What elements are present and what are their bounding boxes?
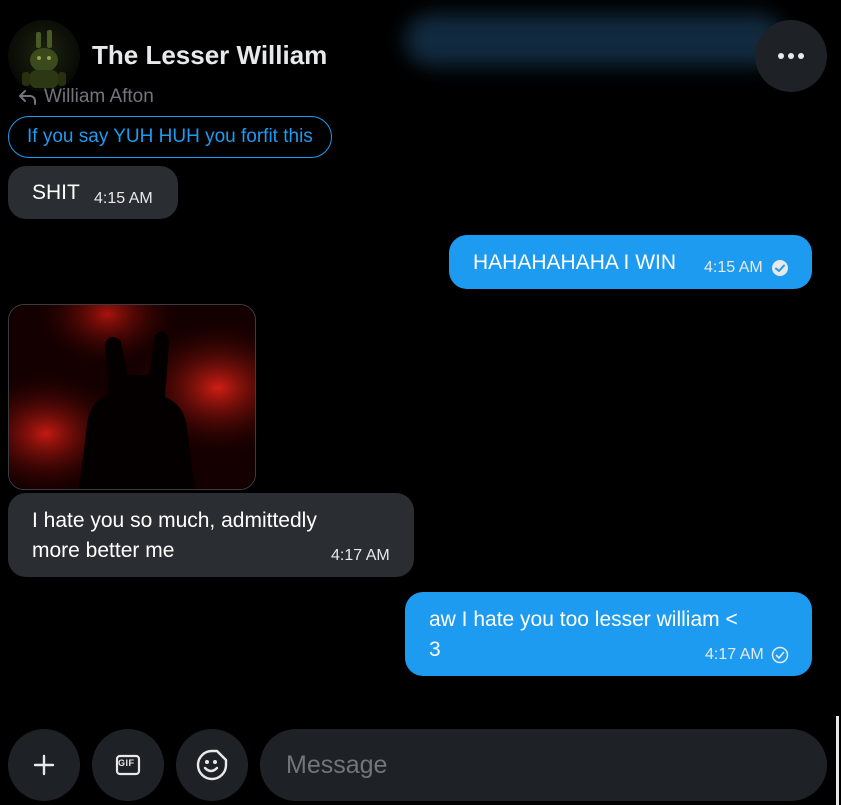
message-text-line: I hate you so much, admittedly (32, 509, 317, 532)
message-time: 4:17 AM (331, 547, 390, 564)
dark-red-silhouette-image (9, 305, 255, 489)
sent-status-icon (771, 646, 789, 664)
read-receipt-icon (772, 260, 788, 276)
message-text-line: 3 (429, 638, 441, 661)
message-composer[interactable] (260, 729, 827, 801)
message-text-line: aw I hate you too lesser william < (429, 608, 738, 631)
message-text: HAHAHAHAHA I WIN (473, 251, 677, 274)
message-time: 4:17 AM (705, 646, 764, 663)
reply-to-name: William Afton (44, 86, 154, 107)
reply-arrow-icon (19, 90, 36, 105)
more-options-button[interactable] (755, 20, 827, 92)
message-bubble-outgoing[interactable]: aw I hate you too lesser william < 3 4:1… (405, 592, 812, 676)
emoji-button[interactable] (176, 729, 248, 801)
emoji-icon (196, 749, 228, 781)
message-time: 4:15 AM (704, 259, 763, 276)
gif-button[interactable]: GIF (92, 729, 164, 801)
message-input[interactable] (284, 749, 827, 781)
message-bubble-outgoing[interactable]: HAHAHAHAHA I WIN 4:15 AM (449, 235, 812, 289)
message-text-line: more better me (32, 539, 175, 562)
springtrap-avatar (22, 30, 66, 88)
conversation-title[interactable]: The Lesser William (92, 40, 327, 71)
message-bubble-incoming[interactable]: I hate you so much, admittedly more bett… (8, 493, 414, 577)
message-image[interactable] (8, 304, 256, 490)
message-time: 4:15 AM (94, 190, 153, 207)
blurred-banner (405, 14, 785, 66)
scrollbar[interactable] (836, 716, 839, 805)
conversation-avatar[interactable] (8, 20, 80, 92)
add-attachment-button[interactable] (8, 729, 80, 801)
plus-icon (33, 754, 55, 776)
more-options-icon (778, 53, 804, 59)
gif-label: GIF (118, 758, 135, 768)
message-bubble-incoming[interactable]: SHIT 4:15 AM (8, 166, 178, 219)
message-text: SHIT (32, 181, 80, 204)
quoted-message[interactable]: If you say YUH HUH you forfit this (8, 116, 332, 158)
reply-reference: William Afton (18, 86, 154, 108)
